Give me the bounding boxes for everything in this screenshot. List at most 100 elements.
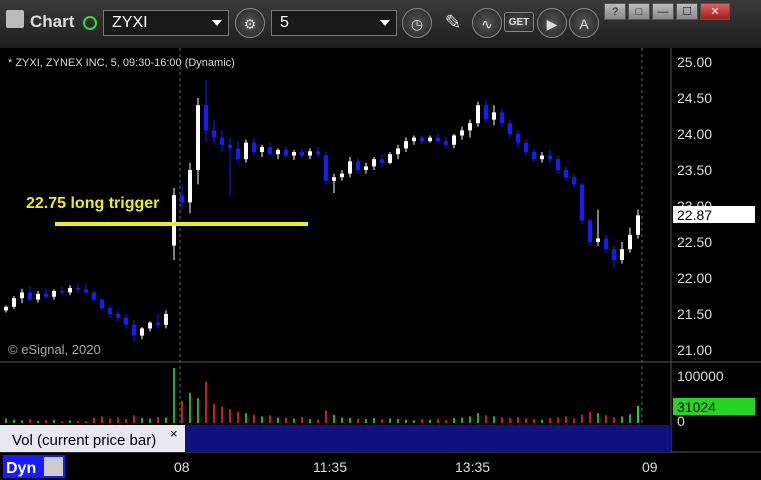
volume-bar [461,417,463,423]
candle [260,146,264,152]
volume-bar [13,419,15,423]
candle [276,149,280,155]
candle [172,195,176,246]
volume-bar [29,419,31,423]
volume-bar [533,419,535,423]
get-button[interactable]: GET [504,12,534,32]
candle [20,292,24,299]
candle [204,105,208,131]
price-tick: 22.50 [677,234,712,250]
candle [332,177,336,181]
interval-value: 5 [280,14,289,31]
price-tick: 23.50 [677,162,712,178]
volume-bar [605,415,607,423]
volume-bar [125,419,127,423]
volume-bar [317,419,319,423]
candle [124,317,128,325]
volume-bar [197,398,199,423]
price-tick: 21.50 [677,306,712,322]
volume-bar [173,368,175,423]
candle [532,152,536,160]
chevron-down-icon[interactable] [380,20,390,26]
volume-bar [229,409,231,423]
volume-panel-close[interactable]: × [170,426,178,441]
window-title: Chart [30,12,75,31]
maximize-button[interactable]: ☐ [676,3,698,20]
volume-bar [477,413,479,423]
candle [188,170,192,203]
volume-bar [245,413,247,423]
candle [364,166,368,170]
volume-bar [357,418,359,423]
restore-button[interactable]: □ [628,3,650,20]
last-price-value: 22.87 [677,207,712,223]
clock-icon[interactable]: ◷ [402,8,432,38]
candle [612,249,616,260]
volume-bar [141,418,143,423]
candle [436,137,440,142]
link-status-icon[interactable] [83,16,97,30]
candle [140,328,144,336]
symbol-input[interactable]: ZYXI [103,10,229,36]
candle [308,151,312,156]
candle [292,152,296,156]
volume-bar [429,419,431,423]
settings-gear-icon[interactable]: ⚙ [235,8,265,38]
candle [396,148,400,155]
candle [476,105,480,124]
candle [108,308,112,314]
price-chart[interactable]: 25.0024.5024.0023.5023.0022.5022.0021.50… [0,48,761,480]
candle [572,177,576,185]
volume-bar [573,418,575,423]
volume-bar [53,419,55,423]
candle [132,324,136,336]
volume-bar [301,416,303,423]
candle [156,322,160,325]
volume-bar [333,414,335,423]
minimize-button[interactable]: — [652,3,674,20]
candle [196,105,200,170]
candle [4,306,8,311]
candle [556,159,560,170]
volume-bar [525,418,527,423]
price-tick: 24.00 [677,126,712,142]
candle [500,112,504,124]
volume-bar [589,412,591,423]
candle [340,173,344,178]
candle [284,149,288,156]
volume-bar [541,419,543,423]
chart-app-icon [6,10,24,28]
volume-bar [629,414,631,423]
candle [484,105,488,120]
alert-icon[interactable]: A [569,8,599,38]
volume-bar [221,406,223,423]
candle [428,137,432,142]
volume-bar [69,420,71,423]
candle [492,112,496,120]
candle [316,151,320,155]
volume-bar [381,419,383,423]
candle [236,148,240,160]
volume-bar [133,415,135,423]
watermark: © eSignal, 2020 [8,342,101,357]
candle [84,289,88,293]
candle [60,290,64,293]
candle [580,184,584,221]
volume-bar [501,417,503,423]
play-icon[interactable]: ▶ [537,8,567,38]
chevron-down-icon[interactable] [212,20,222,26]
study-chart-icon[interactable]: ∿ [472,8,502,38]
help-button[interactable]: ? [604,3,626,20]
dyn-toggle[interactable]: Dyn [6,460,36,477]
candle [28,292,32,300]
trigger-annotation: 22.75 long trigger [26,195,159,212]
lock-icon[interactable] [44,457,63,476]
interval-input[interactable]: 5 [271,10,397,36]
close-button[interactable]: ✕ [700,3,730,20]
pencil-icon[interactable]: ✎ [438,8,468,38]
volume-bar [21,420,23,423]
candle [468,123,472,131]
candle [68,288,72,293]
volume-bar [165,417,167,423]
volume-bar [581,414,583,423]
